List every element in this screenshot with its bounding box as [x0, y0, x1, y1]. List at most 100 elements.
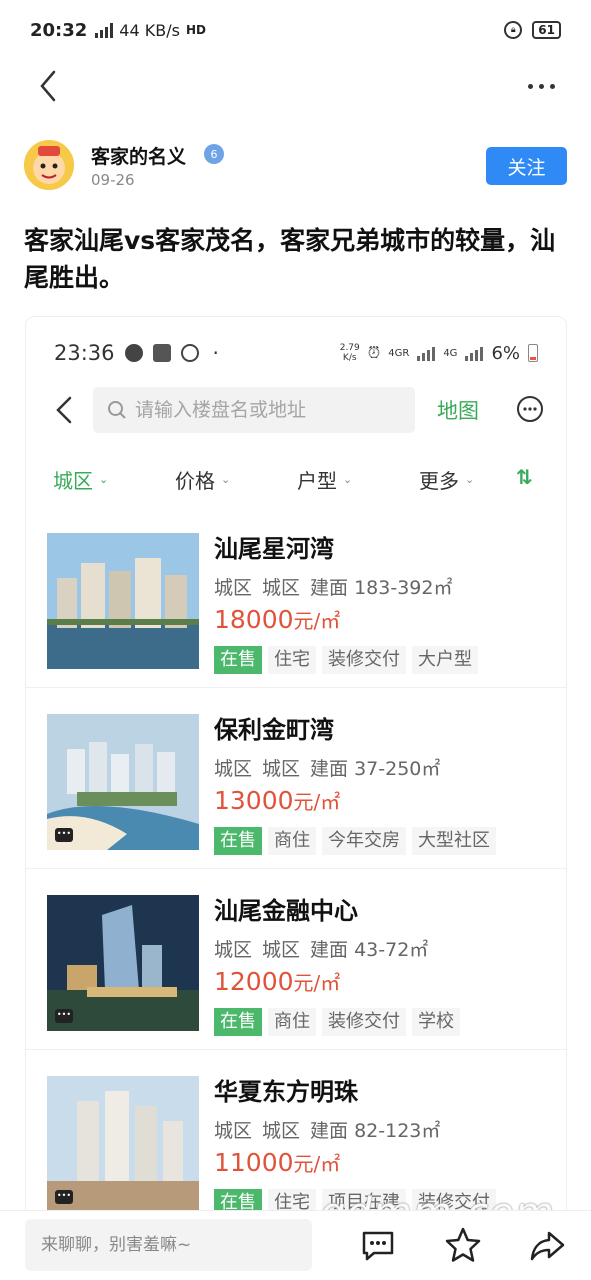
battery-icon	[528, 344, 538, 362]
tag: 装修交付	[322, 646, 406, 674]
tag: 大户型	[412, 646, 478, 674]
sync-notification-icon	[180, 344, 199, 362]
price-value: 18000	[214, 605, 294, 634]
alarm-icon: ⏰︎	[367, 343, 381, 362]
price-value: 11000	[214, 1148, 294, 1177]
battery-indicator: 61	[532, 21, 561, 39]
tag: 装修交付	[322, 1008, 406, 1036]
filter-district[interactable]: 城区 ⌄	[53, 465, 108, 494]
listing-size: 建面 43-72㎡	[310, 939, 429, 961]
listing-tags: 在售 住宅 装修交付 大户型	[214, 646, 478, 674]
filter-bar: 城区 ⌄ 价格 ⌄ 户型 ⌄ 更多 ⌄ ⇅	[26, 465, 566, 495]
star-icon[interactable]	[443, 1225, 483, 1265]
map-link[interactable]: 地图	[437, 395, 479, 425]
signal-icon	[465, 345, 484, 361]
filter-label: 城区	[53, 469, 93, 493]
listing-price: 12000元/㎡	[214, 967, 340, 996]
sort-icon[interactable]: ⇅	[516, 465, 533, 489]
listing-name[interactable]: 汕尾金融中心	[214, 891, 358, 926]
tag: 商住	[268, 1008, 316, 1036]
embedded-time: 23:36	[54, 341, 115, 365]
status-badge: 在售	[214, 827, 262, 855]
listing-tags: 在售 商住 装修交付 学校	[214, 1008, 460, 1036]
author-name[interactable]: 客家的名义	[91, 142, 186, 169]
search-row: 地图	[26, 385, 566, 435]
listing-price: 18000元/㎡	[214, 605, 340, 634]
follow-button[interactable]: 关注	[486, 147, 567, 185]
listing-meta: 城区 城区 建面 37-250㎡	[214, 754, 450, 781]
tag: 今年交房	[322, 827, 406, 855]
rotation-lock-icon: 🔒︎	[504, 21, 523, 39]
listing-area: 城区	[262, 577, 301, 599]
listing-area: 城区	[262, 1120, 301, 1142]
listing-list: 汕尾星河湾 城区 城区 建面 183-392㎡ 18000元/㎡ 在售 住宅 装修交…	[26, 507, 566, 1215]
network-speed: 44 KB/s	[119, 20, 180, 40]
more-options-icon[interactable]	[521, 66, 561, 106]
filter-layout[interactable]: 户型 ⌄	[297, 465, 352, 494]
tag: 大型社区	[412, 827, 496, 855]
embedded-status-bar: 23:36 · 2.79 K/s ⏰︎ 4GR 4G 6%	[26, 339, 566, 367]
property-photo: •••	[47, 1076, 199, 1212]
chevron-down-icon: ⌄	[99, 473, 109, 486]
filter-price[interactable]: 价格 ⌄	[175, 465, 230, 494]
author-row: 客家的名义 6 09-26 关注	[24, 140, 567, 192]
listing-size: 建面 82-123㎡	[310, 1120, 441, 1142]
listing-size: 建面 37-250㎡	[310, 758, 441, 780]
listing-item[interactable]: ••• 保利金町湾 城区 城区 建面 37-250㎡ 13000元/㎡ 在售 商住 …	[26, 688, 566, 869]
listing-item[interactable]: 汕尾星河湾 城区 城区 建面 183-392㎡ 18000元/㎡ 在售 住宅 装修交…	[26, 507, 566, 688]
comment-icon: •••	[55, 828, 73, 842]
listing-name[interactable]: 华夏东方明珠	[214, 1072, 358, 1107]
search-icon	[108, 401, 126, 419]
listing-item[interactable]: ••• 汕尾金融中心 城区 城区 建面 43-72㎡ 12000元/㎡ 在售 商住 …	[26, 869, 566, 1050]
status-badge: 在售	[214, 646, 262, 674]
listing-area: 城区	[262, 939, 301, 961]
embedded-speed: 2.79 K/s	[339, 343, 360, 363]
comment-input[interactable]	[25, 1219, 312, 1271]
listing-name[interactable]: 保利金町湾	[214, 710, 334, 745]
status-bar: 20:32 44 KB/s HD 🔒︎ 61	[0, 0, 591, 60]
listing-meta: 城区 城区 建面 183-392㎡	[214, 573, 462, 600]
embedded-screenshot[interactable]: 23:36 · 2.79K/s ⏰︎ 4GR 4G 6% 地图 城区 ⌄ 价格 ⌄ …	[25, 316, 567, 1216]
listing-size: 建面 183-392㎡	[310, 577, 453, 599]
embedded-net2: 4G	[443, 347, 458, 359]
search-input[interactable]	[135, 399, 395, 421]
share-icon[interactable]	[527, 1225, 567, 1265]
status-time: 20:32	[30, 19, 88, 41]
property-photo: •••	[47, 714, 199, 850]
avatar[interactable]	[24, 140, 74, 190]
embedded-battery-text: 6%	[491, 342, 520, 364]
status-badge: 在售	[214, 1008, 262, 1036]
tag: 学校	[412, 1008, 460, 1036]
property-photo: •••	[47, 895, 199, 1031]
image-notification-icon	[152, 344, 171, 362]
message-icon[interactable]	[516, 395, 544, 423]
bottom-bar	[0, 1210, 591, 1280]
back-icon[interactable]	[30, 66, 70, 106]
price-unit: 元/㎡	[293, 971, 341, 995]
listing-meta: 城区 城区 建面 82-123㎡	[214, 1116, 450, 1143]
tag: 商住	[268, 827, 316, 855]
back-icon[interactable]	[50, 395, 78, 425]
listing-meta: 城区 城区 建面 43-72㎡	[214, 935, 438, 962]
chevron-down-icon: ⌄	[465, 473, 475, 486]
listing-name[interactable]: 汕尾星河湾	[214, 529, 334, 564]
app-notification-icon	[124, 344, 143, 362]
signal-icon	[417, 345, 436, 361]
comment-icon: •••	[55, 1190, 73, 1204]
notification-dot: ·	[212, 341, 219, 365]
filter-more[interactable]: 更多 ⌄	[419, 465, 474, 494]
post-title: 客家汕尾vs客家茂名，客家兄弟城市的较量，汕尾胜出。	[24, 226, 556, 292]
comment-icon: •••	[55, 1009, 73, 1023]
property-photo	[47, 533, 199, 669]
embedded-net1: 4GR	[388, 347, 410, 359]
listing-district: 城区	[214, 939, 253, 961]
hd-icon: HD	[185, 23, 206, 37]
network-indicator: 44 KB/s HD	[95, 21, 206, 40]
listing-district: 城区	[214, 758, 253, 780]
tag: 住宅	[268, 646, 316, 674]
listing-district: 城区	[214, 577, 253, 599]
chevron-down-icon: ⌄	[221, 473, 231, 486]
price-value: 13000	[214, 786, 294, 815]
comment-icon[interactable]	[358, 1225, 398, 1265]
search-box[interactable]	[93, 387, 415, 433]
